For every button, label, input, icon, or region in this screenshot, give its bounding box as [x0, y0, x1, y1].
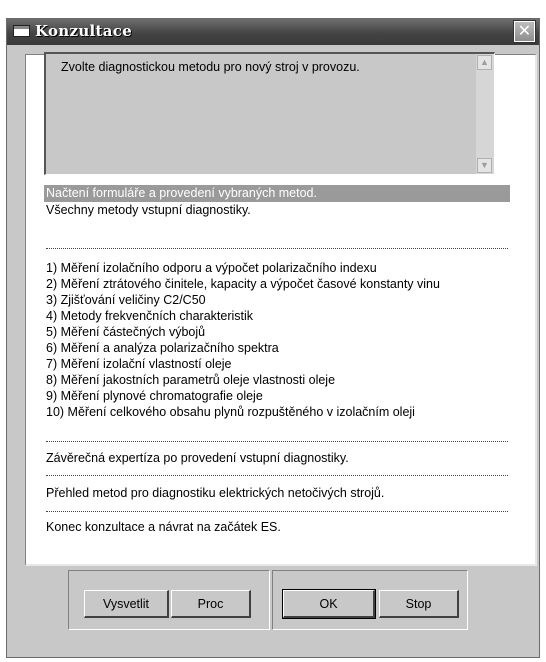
window-title: Konzultace: [35, 22, 133, 40]
list-item[interactable]: Všechny metody vstupní diagnostiky.: [44, 202, 251, 219]
question-scrollbar[interactable]: ▲ ▼: [476, 54, 494, 174]
options-listbox[interactable]: Načtení formuláře a provedení vybraných …: [44, 185, 512, 545]
list-item[interactable]: 8) Měření jakostních parametrů oleje vla…: [44, 372, 335, 389]
explain-button[interactable]: Vysvetlit: [84, 590, 169, 618]
list-item[interactable]: 9) Měření plynové chromatografie oleje: [44, 388, 263, 405]
title-bar[interactable]: Konzultace ✕: [7, 19, 539, 45]
why-button[interactable]: Proc: [171, 590, 251, 618]
list-item[interactable]: Konec konzultace a návrat na začátek ES.: [44, 519, 281, 536]
list-separator: [46, 511, 508, 512]
list-separator: [46, 248, 508, 249]
scroll-down-icon[interactable]: ▼: [477, 158, 492, 173]
ok-button-label: OK: [319, 597, 338, 611]
list-item[interactable]: 1) Měření izolačního odporu a výpočet po…: [44, 260, 377, 277]
question-text: Zvolte diagnostickou metodu pro nový str…: [61, 60, 360, 74]
list-item[interactable]: 10) Měření celkového obsahu plynů rozpuš…: [44, 404, 415, 421]
list-item[interactable]: 5) Měření částečných výbojů: [44, 324, 205, 341]
list-item[interactable]: 6) Měření a analýza polarizačního spektr…: [44, 340, 279, 357]
action-button-group: OK Stop: [272, 570, 468, 630]
list-item[interactable]: Načtení formuláře a provedení vybraných …: [44, 185, 510, 202]
question-textarea[interactable]: Zvolte diagnostickou metodu pro nový str…: [44, 52, 495, 175]
list-separator: [46, 441, 508, 442]
list-item[interactable]: 7) Měření izolační vlastností oleje: [44, 356, 232, 373]
list-item[interactable]: 3) Zjišťování veličiny C2/C50: [44, 292, 206, 309]
scroll-up-icon[interactable]: ▲: [477, 55, 492, 70]
stop-button[interactable]: Stop: [379, 590, 459, 618]
close-button[interactable]: ✕: [513, 20, 536, 43]
help-button-group: Vysvetlit Proc: [68, 570, 270, 630]
list-item[interactable]: 4) Metody frekvenčních charakteristik: [44, 308, 253, 325]
list-item[interactable]: 2) Měření ztrátového činitele, kapacity …: [44, 276, 440, 293]
list-item[interactable]: Přehled metod pro diagnostiku elektrický…: [44, 485, 384, 502]
list-separator: [46, 475, 508, 476]
window-icon: [13, 25, 30, 37]
ok-button[interactable]: OK: [282, 589, 376, 619]
list-item[interactable]: Závěrečná expertíza po provedení vstupní…: [44, 450, 349, 467]
